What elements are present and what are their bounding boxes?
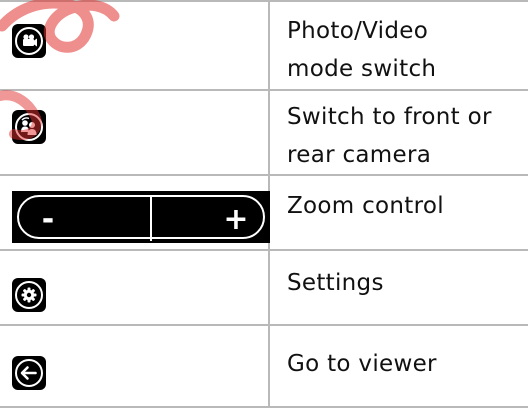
label-line: Switch to front or [287, 104, 492, 130]
row-label-photo-video: Photo/Video mode switch [287, 12, 523, 88]
label-line: Photo/Video [287, 18, 429, 44]
table-divider [0, 0, 528, 2]
camera-controls-table: Photo/Video mode switch Switch to front … [0, 0, 528, 408]
row-label-go-to-viewer: Go to viewer [287, 345, 523, 383]
table-divider [0, 324, 528, 326]
row-label-zoom: Zoom control [287, 187, 523, 225]
zoom-pill: - + [17, 195, 265, 241]
zoom-out-icon: - [41, 202, 55, 237]
label-line: Settings [287, 270, 384, 296]
row-label-settings: Settings [287, 264, 523, 302]
label-line: Go to viewer [287, 351, 437, 377]
zoom-in-icon: + [223, 202, 249, 237]
label-line: rear camera [287, 142, 432, 168]
gear-icon [12, 278, 46, 312]
table-divider [0, 249, 528, 251]
row-label-switch-camera: Switch to front or rear camera [287, 98, 523, 174]
table-divider [0, 174, 528, 176]
back-arrow-icon [12, 356, 46, 390]
zoom-control-slider: - + [12, 191, 270, 243]
label-line: Zoom control [287, 193, 444, 219]
table-divider [0, 89, 528, 91]
video-camera-icon [12, 24, 46, 58]
zoom-divider [150, 197, 152, 241]
switch-camera-icon [12, 110, 46, 144]
label-line: mode switch [287, 56, 437, 82]
